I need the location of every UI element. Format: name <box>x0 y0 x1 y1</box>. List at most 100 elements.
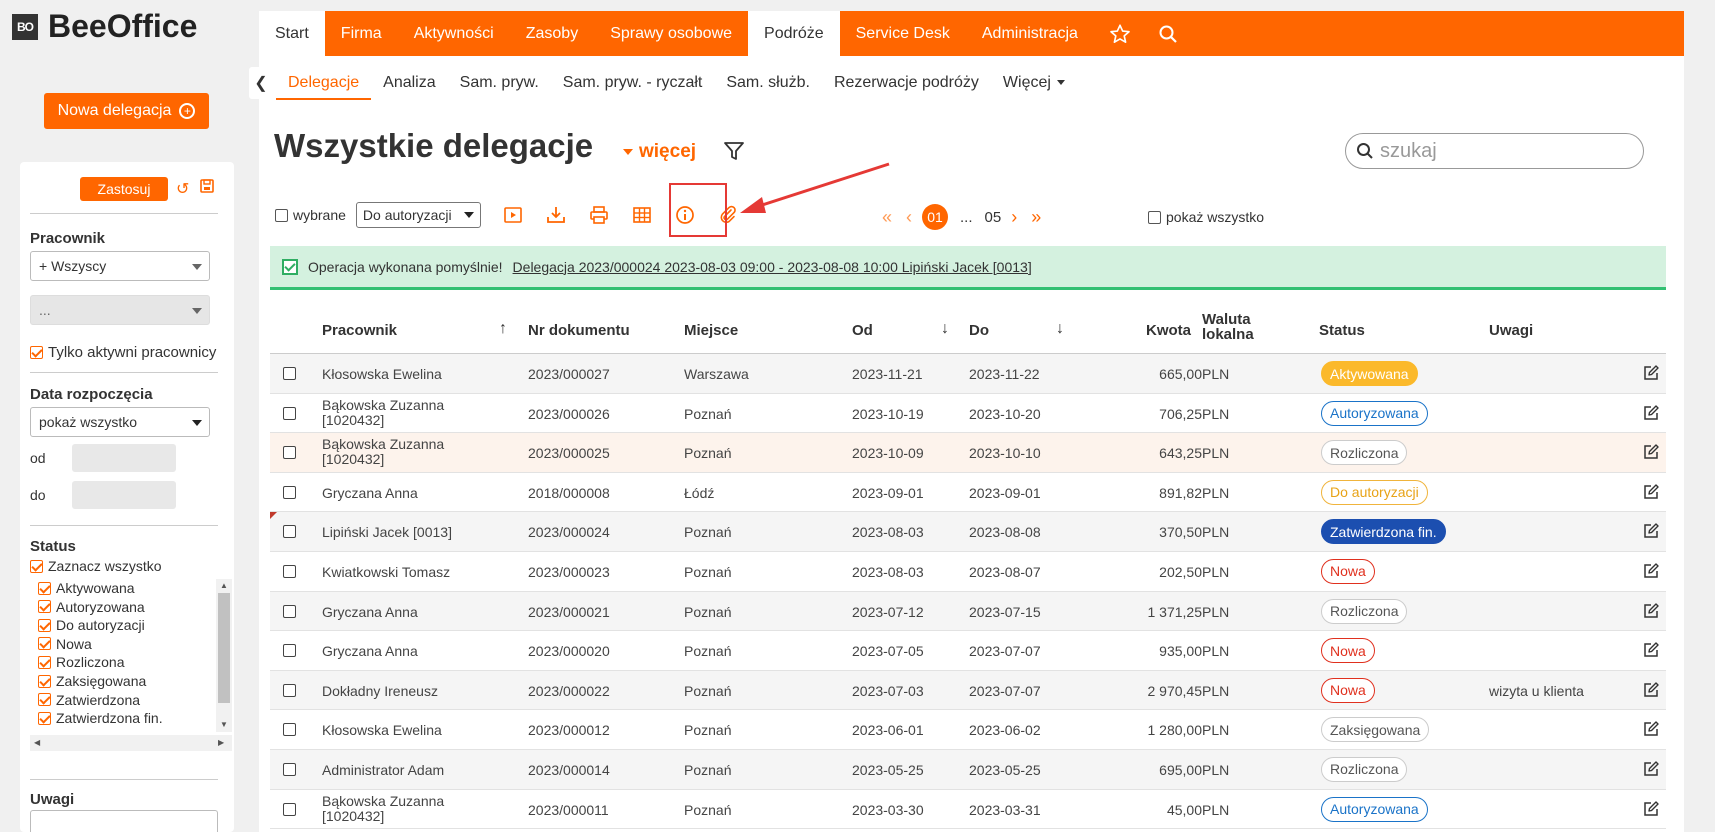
subnav-item[interactable]: Rezerwacje podróży <box>822 68 991 100</box>
status-filter-checkbox[interactable]: Zaksięgowana <box>38 673 146 689</box>
edit-icon[interactable] <box>1642 404 1660 422</box>
table-row[interactable]: Bąkowska Zuzanna [1020432] 2023/000025 Poz… <box>270 433 1666 473</box>
status-h-scrollbar[interactable]: ◀ ▶ <box>30 735 232 751</box>
last-page-number[interactable]: 05 <box>985 209 1002 226</box>
select-all-checkbox[interactable]: Zaznacz wszystko <box>30 558 162 574</box>
date-from-input[interactable] <box>72 444 176 472</box>
notes-input[interactable] <box>30 810 218 832</box>
star-icon[interactable] <box>1094 11 1146 56</box>
reset-icon[interactable]: ↺ <box>176 179 189 199</box>
scroll-right-icon[interactable]: ▶ <box>218 738 224 747</box>
row-checkbox[interactable] <box>283 446 296 460</box>
scroll-up-icon[interactable]: ▲ <box>220 581 228 590</box>
employee-select[interactable]: + Wszyscy <box>30 251 210 281</box>
more-dropdown[interactable]: więcej <box>623 141 696 163</box>
save-filter-icon[interactable] <box>200 179 214 198</box>
topnav-item[interactable]: Service Desk <box>840 11 966 56</box>
date-to-input[interactable] <box>72 481 176 509</box>
run-action-icon[interactable] <box>495 202 532 228</box>
table-row[interactable]: Gryczana Anna 2023/000021 Poznań 2023-07-12… <box>270 591 1666 632</box>
topnav-item[interactable]: Sprawy osobowe <box>594 11 748 56</box>
prev-page-icon[interactable]: ‹ <box>902 207 916 228</box>
sort-down-icon[interactable]: ↓ <box>941 320 949 338</box>
last-page-icon[interactable]: » <box>1027 207 1045 228</box>
edit-icon[interactable] <box>1642 760 1660 778</box>
col-from[interactable]: Od <box>852 322 873 339</box>
table-row[interactable]: Bąkowska Zuzanna [1020432] 2023/000026 Poz… <box>270 394 1666 434</box>
next-page-icon[interactable]: › <box>1007 207 1021 228</box>
scroll-thumb[interactable] <box>218 593 230 703</box>
search-icon[interactable] <box>1146 11 1190 56</box>
subnav-item[interactable]: Sam. służb. <box>714 68 822 100</box>
collapse-sidebar-button[interactable]: ❮ <box>249 67 273 99</box>
select-all-rows[interactable]: wybrane <box>275 207 346 223</box>
edit-icon[interactable] <box>1642 800 1660 818</box>
only-active-checkbox[interactable]: Tylko aktywni pracownicy <box>30 344 216 361</box>
subnav-item[interactable]: Więcej <box>991 68 1077 100</box>
row-checkbox[interactable] <box>283 762 296 776</box>
subnav-item[interactable]: Delegacje <box>276 68 372 100</box>
status-filter-checkbox[interactable]: Rozliczona <box>38 654 124 670</box>
edit-icon[interactable] <box>1642 364 1660 382</box>
subnav-item[interactable]: Sam. pryw. <box>448 68 551 100</box>
print-icon[interactable] <box>581 202 618 228</box>
status-scrollbar[interactable]: ▲ ▼ <box>216 579 232 732</box>
edit-icon[interactable] <box>1642 641 1660 659</box>
edit-icon[interactable] <box>1642 720 1660 738</box>
row-checkbox[interactable] <box>283 723 296 737</box>
edit-icon[interactable] <box>1642 483 1660 501</box>
bulk-action-select[interactable]: Do autoryzacji <box>355 202 481 228</box>
sort-up-icon[interactable]: ↑ <box>499 320 507 338</box>
filter-icon[interactable] <box>722 139 746 163</box>
edit-icon[interactable] <box>1642 562 1660 580</box>
table-row[interactable]: Kwiatkowski Tomasz 2023/000023 Poznań 2023-… <box>270 552 1666 592</box>
table-view-icon[interactable] <box>624 202 661 228</box>
download-icon[interactable] <box>538 202 575 228</box>
status-filter-checkbox[interactable]: Do autoryzacji <box>38 617 145 633</box>
row-checkbox[interactable] <box>283 406 296 420</box>
table-row[interactable]: Gryczana Anna 2023/000020 Poznań 2023-07-05… <box>270 631 1666 671</box>
status-filter-checkbox[interactable]: Nowa <box>38 636 92 652</box>
subnav-item[interactable]: Analiza <box>371 68 447 100</box>
status-filter-checkbox[interactable]: Autoryzowana <box>38 599 145 615</box>
table-row[interactable]: Gryczana Anna 2018/000008 Łódź 2023-09-01 20… <box>270 473 1666 513</box>
current-page[interactable]: 01 <box>922 204 949 230</box>
col-to[interactable]: Do <box>969 322 989 339</box>
topnav-item[interactable]: Start <box>259 11 325 56</box>
status-filter-checkbox[interactable]: Zatwierdzona <box>38 692 140 708</box>
table-row[interactable]: Bąkowska Zuzanna [1020432] 2023/000011 Poz… <box>270 790 1666 830</box>
edit-icon[interactable] <box>1642 681 1660 699</box>
col-amount[interactable]: Kwota <box>1146 322 1191 339</box>
col-status[interactable]: Status <box>1319 322 1365 339</box>
apply-button[interactable]: Zastosuj <box>80 177 168 201</box>
col-place[interactable]: Miejsce <box>684 322 738 339</box>
topnav-item[interactable]: Aktywności <box>398 11 510 56</box>
table-row[interactable]: Lipiński Jacek [0013] 2023/000024 Poznań 20… <box>270 512 1666 552</box>
row-checkbox[interactable] <box>283 802 296 816</box>
sort-down-icon[interactable]: ↓ <box>1056 320 1064 338</box>
table-row[interactable]: Kłosowska Ewelina 2023/000012 Poznań 2023-0… <box>270 710 1666 750</box>
topnav-item[interactable]: Podróże <box>748 11 840 56</box>
alert-link[interactable]: Delegacja 2023/000024 2023-08-03 09:00 -… <box>513 259 1032 275</box>
edit-icon[interactable] <box>1642 443 1660 461</box>
subnav-item[interactable]: Sam. pryw. - ryczałt <box>551 68 715 100</box>
edit-icon[interactable] <box>1642 602 1660 620</box>
row-checkbox[interactable] <box>283 485 296 499</box>
row-checkbox[interactable] <box>283 604 296 618</box>
table-row[interactable]: Kłosowska Ewelina 2023/000027 Warszawa 2023… <box>270 354 1666 394</box>
col-notes[interactable]: Uwagi <box>1489 322 1533 339</box>
topnav-item[interactable]: Firma <box>325 11 398 56</box>
table-row[interactable]: Administrator Adam 2023/000014 Poznań 2023-… <box>270 749 1666 790</box>
col-currency[interactable]: Waluta lokalna <box>1202 312 1254 342</box>
row-checkbox[interactable] <box>283 367 296 380</box>
scroll-left-icon[interactable]: ◀ <box>34 738 40 747</box>
search-box[interactable] <box>1345 133 1644 169</box>
row-checkbox[interactable] <box>283 644 296 658</box>
row-checkbox[interactable] <box>283 525 296 539</box>
scroll-down-icon[interactable]: ▼ <box>220 720 228 729</box>
table-row[interactable]: Dokładny Ireneusz 2023/000022 Poznań 2023-0… <box>270 670 1666 711</box>
first-page-icon[interactable]: « <box>878 207 896 228</box>
edit-icon[interactable] <box>1642 522 1660 540</box>
topnav-item[interactable]: Administracja <box>966 11 1094 56</box>
col-doc[interactable]: Nr dokumentu <box>528 322 630 339</box>
